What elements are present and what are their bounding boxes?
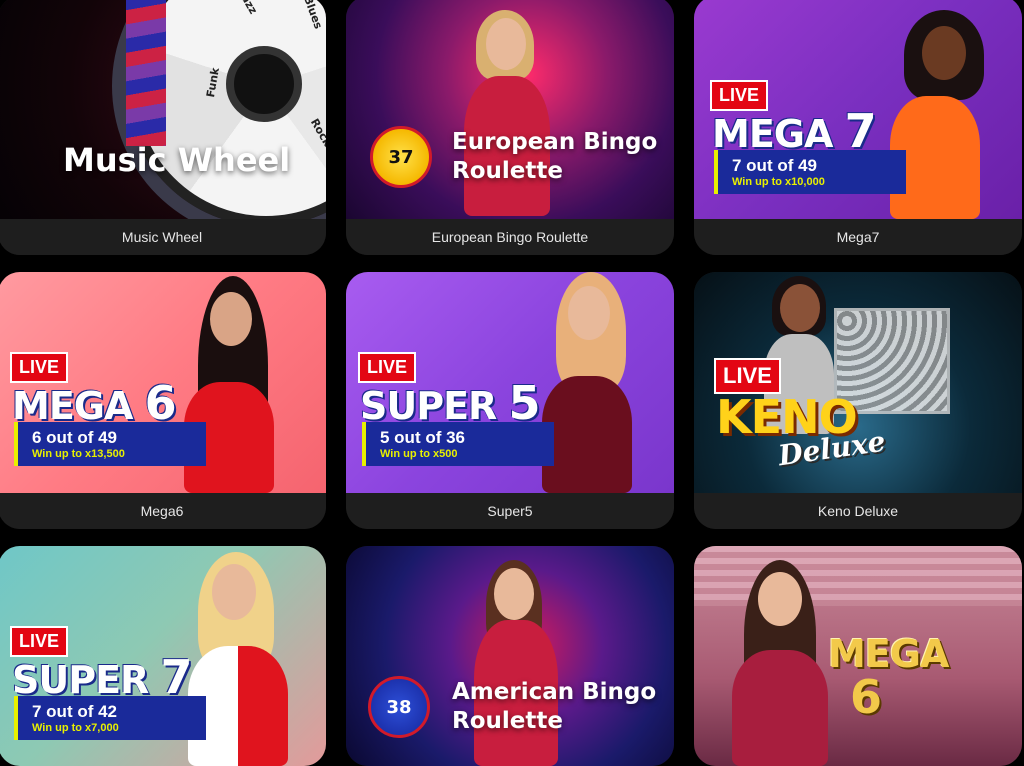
odds-info-box: 5 out of 36 Win up to x500 — [362, 422, 554, 466]
odds-sub: Win up to x500 — [380, 448, 458, 460]
thumb-title-line1: American Bingo — [452, 679, 657, 705]
game-thumbnail[interactable]: LIVE SUPER 5 5 out of 36 Win up to x500 — [346, 272, 674, 493]
game-caption[interactable]: European Bingo Roulette — [346, 219, 674, 255]
game-card-mega6[interactable]: LIVE MEGA 6 6 out of 49 Win up to x13,50… — [0, 272, 326, 529]
thumb-title-line1: European Bingo — [452, 129, 658, 155]
wheel-number-strip — [126, 0, 166, 146]
game-card-american-bingo-roulette[interactable]: 38 American Bingo Roulette — [346, 546, 674, 766]
game-card-keno-deluxe[interactable]: LIVE KENO Deluxe Keno Deluxe — [694, 272, 1022, 529]
coin-number: 38 — [386, 696, 412, 718]
presenter-face — [494, 568, 534, 620]
coin-number: 37 — [388, 146, 414, 168]
game-thumbnail[interactable]: LIVE SUPER 7 7 out of 42 Win up to x7,00… — [0, 546, 326, 766]
odds-main: 7 out of 49 — [732, 156, 818, 175]
roulette-coin-icon: 38 — [368, 676, 430, 738]
thumb-title-line2: Roulette — [452, 158, 563, 184]
game-thumbnail[interactable]: Jazz Blues Funk Rock Co Music Wheel — [0, 0, 326, 219]
studio-stripes — [694, 546, 1022, 606]
game-caption[interactable]: Keno Deluxe — [694, 493, 1022, 529]
game-card-mega7[interactable]: LIVE MEGA 7 7 out of 49 Win up to x10,00… — [694, 0, 1022, 255]
odds-main: 6 out of 49 — [32, 428, 118, 447]
wheel-label: Blues — [301, 0, 325, 31]
odds-main: 5 out of 36 — [380, 428, 466, 447]
odds-sub: Win up to x7,000 — [32, 722, 119, 734]
game-logo-number: 6 — [850, 670, 882, 724]
odds-info-box: 7 out of 49 Win up to x10,000 — [714, 150, 906, 194]
wheel-label: Rock — [307, 116, 326, 149]
presenter-face — [212, 564, 256, 620]
presenter-face — [568, 286, 610, 340]
roulette-coin-icon: 37 — [370, 126, 432, 188]
wheel-label: Jazz — [236, 0, 260, 17]
odds-info-box: 6 out of 49 Win up to x13,500 — [14, 422, 206, 466]
presenter-face — [922, 26, 966, 80]
game-logo: MEGA — [828, 632, 949, 676]
game-caption[interactable]: Super5 — [346, 493, 674, 529]
game-thumbnail[interactable]: MEGA 6 — [694, 546, 1022, 766]
odds-main: 7 out of 42 — [32, 702, 118, 721]
game-thumbnail[interactable]: LIVE KENO Deluxe — [694, 272, 1022, 493]
game-card-mega6-gold[interactable]: MEGA 6 — [694, 546, 1022, 766]
thumb-title-line2: Roulette — [452, 708, 563, 734]
presenter-face — [486, 18, 526, 70]
presenter-face — [780, 284, 820, 332]
logo-number: 6 — [850, 670, 882, 724]
odds-sub: Win up to x13,500 — [32, 448, 125, 460]
presenter-face — [758, 572, 802, 626]
presenter-dress — [732, 650, 828, 766]
game-thumbnail[interactable]: 37 European Bingo Roulette — [346, 0, 674, 219]
odds-sub: Win up to x10,000 — [732, 176, 825, 188]
wheel-label: Funk — [203, 66, 222, 99]
game-caption[interactable]: Mega6 — [0, 493, 326, 529]
presenter-face — [210, 292, 252, 346]
game-card-super5[interactable]: LIVE SUPER 5 5 out of 36 Win up to x500 … — [346, 272, 674, 529]
odds-info-box: 7 out of 42 Win up to x7,000 — [14, 696, 206, 740]
live-badge: LIVE — [714, 358, 781, 394]
game-card-european-bingo-roulette[interactable]: 37 European Bingo Roulette European Bing… — [346, 0, 674, 255]
game-card-super7[interactable]: LIVE SUPER 7 7 out of 42 Win up to x7,00… — [0, 546, 326, 766]
game-thumbnail[interactable]: LIVE MEGA 6 6 out of 49 Win up to x13,50… — [0, 272, 326, 493]
game-thumbnail[interactable]: LIVE MEGA 7 7 out of 49 Win up to x10,00… — [694, 0, 1022, 219]
thumb-title: Music Wheel — [63, 141, 291, 179]
game-thumbnail[interactable]: 38 American Bingo Roulette — [346, 546, 674, 766]
game-caption[interactable]: Music Wheel — [0, 219, 326, 255]
game-caption[interactable]: Mega7 — [694, 219, 1022, 255]
game-card-music-wheel[interactable]: Jazz Blues Funk Rock Co Music Wheel Musi… — [0, 0, 326, 255]
presenter-dress — [542, 376, 632, 493]
logo-word: MEGA — [828, 632, 949, 676]
